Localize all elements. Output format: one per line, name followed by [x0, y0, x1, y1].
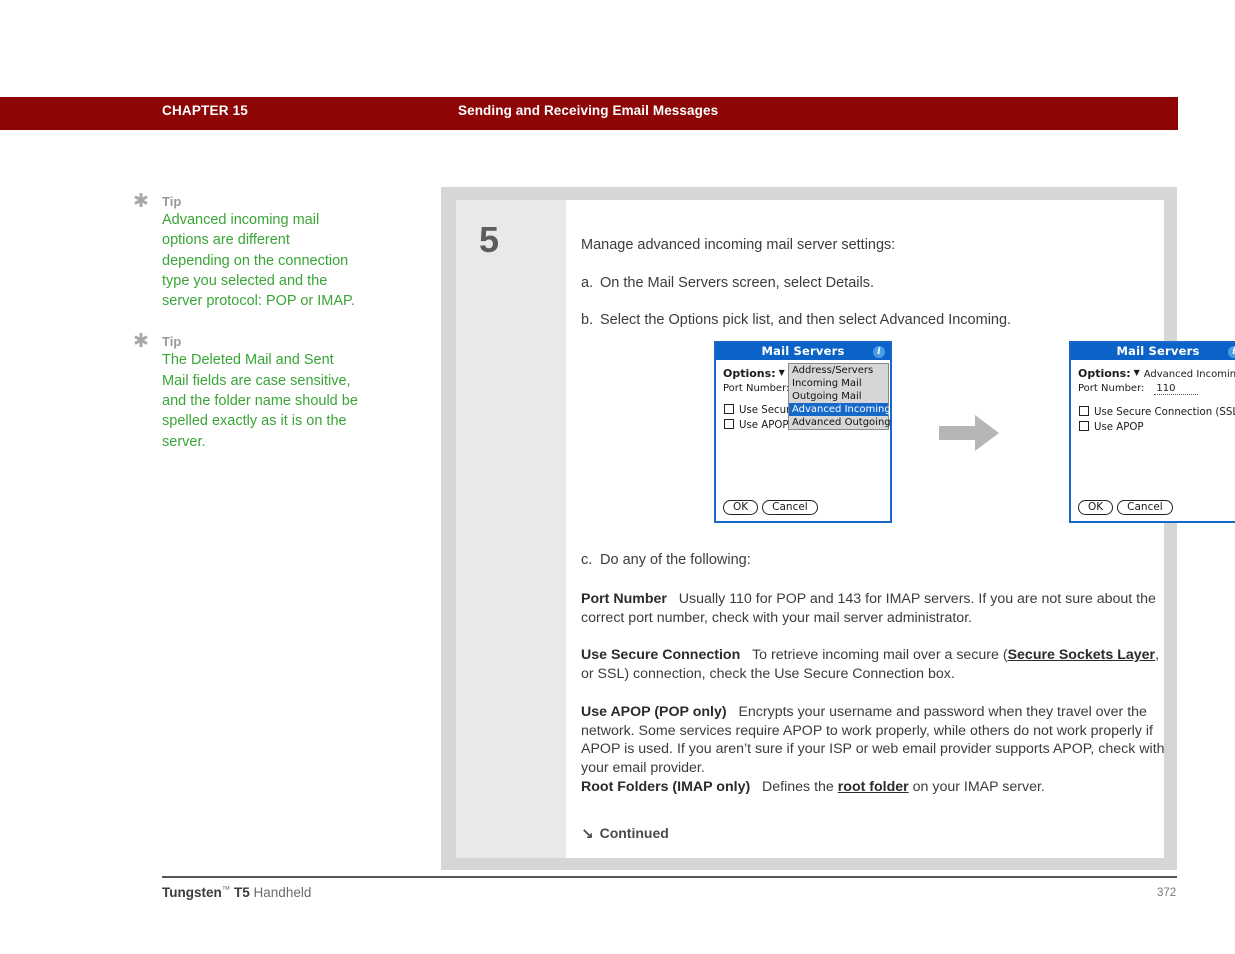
checkbox-label: Use APOP [739, 420, 789, 431]
tip-body: The Deleted Mail and Sent Mail fields ar… [162, 352, 358, 450]
definition-text-after: on your IMAP server. [908, 779, 1045, 795]
asterisk-icon: ✱ [133, 330, 149, 353]
cancel-button[interactable]: Cancel [1117, 500, 1173, 515]
checkbox-box[interactable] [1079, 421, 1089, 431]
chevron-down-icon[interactable]: ▼ [1134, 368, 1140, 377]
substep-text: Do any of the following: [600, 552, 751, 568]
footer-product-line: Tungsten™ T5 Handheld [162, 884, 311, 900]
chapter-title: Sending and Receiving Email Messages [458, 103, 719, 118]
substep-a: a. On the Mail Servers screen, select Det… [581, 275, 874, 291]
port-number-input[interactable]: 110 [1154, 383, 1199, 395]
device-screenshot-before: Mail Servers i Options: ▼ Port Number: Us… [714, 341, 892, 523]
tip-block: ✱ Tip Advanced incoming mail options are… [133, 190, 358, 311]
device-titlebar: Mail Servers i [1071, 343, 1235, 360]
picklist-item-advanced-outgoing[interactable]: Advanced Outgoing [789, 416, 891, 429]
device-button-row: OK Cancel [1078, 500, 1177, 515]
asterisk-icon: ✱ [133, 190, 149, 212]
tip-body: Advanced incoming mail options are diffe… [162, 212, 355, 310]
cancel-button[interactable]: Cancel [762, 500, 818, 515]
step-body: Manage advanced incoming mail server set… [566, 200, 1235, 858]
substep-marker: b. [581, 312, 594, 328]
content-inner: 5 Manage advanced incoming mail server s… [456, 200, 1235, 858]
footer-product: Tungsten [162, 885, 222, 900]
checkbox-box[interactable] [724, 404, 734, 414]
options-picklist-label: Options: ▼ [723, 367, 785, 380]
ok-button[interactable]: OK [1078, 500, 1114, 515]
tip-heading: Tip [162, 194, 182, 209]
checkbox-label: Use Secure Connection (SSL) [1094, 407, 1235, 418]
substep-text: Select the Options pick list, and then s… [600, 312, 1012, 328]
chapter-header-bar: CHAPTER 15 Sending and Receiving Email M… [0, 97, 1178, 130]
link-secure-sockets-layer[interactable]: Secure Sockets Layer [1008, 647, 1155, 663]
checkbox-box[interactable] [724, 419, 734, 429]
options-picklist-label: Options: ▼ Advanced Incoming [1078, 367, 1235, 380]
substep-text: On the Mail Servers screen, select Detai… [600, 275, 874, 291]
continued-label: Continued [599, 825, 669, 841]
checkbox-use-secure-connection[interactable]: Use Secure Connection (SSL) [1079, 406, 1235, 418]
right-arrow-icon [939, 413, 1001, 453]
device-screen-body: Options:▼ Port Number: Use Secure Connec… [716, 360, 891, 521]
tips-column: ✱ Tip Advanced incoming mail options are… [133, 190, 358, 474]
device-button-row: OK Cancel [723, 500, 822, 515]
checkbox-use-apop[interactable]: Use APOP [1079, 421, 1144, 433]
options-label: Options: [723, 367, 776, 380]
definition-text-before: To retrieve incoming mail over a secure … [752, 647, 1008, 663]
info-icon: i [1228, 345, 1235, 358]
substep-marker: c. [581, 552, 593, 568]
device-title: Mail Servers [761, 344, 845, 358]
page-number: 372 [1157, 887, 1177, 899]
footer-divider [162, 876, 1177, 878]
link-root-folder[interactable]: root folder [838, 779, 909, 795]
options-label: Options: [1078, 367, 1131, 380]
port-number-label: Port Number: [723, 383, 790, 394]
step-number-gutter: 5 [456, 200, 566, 858]
port-number-label: Port Number: [1078, 383, 1145, 394]
definition-root-folders: Root Folders (IMAP only) Defines the roo… [581, 778, 1167, 797]
tip-block: ✱ Tip The Deleted Mail and Sent Mail fie… [133, 330, 358, 451]
device-screenshot-after: Mail Servers i Options:▼Advanced Incomin… [1069, 341, 1235, 523]
continued-marker: ↘ Continued [581, 825, 669, 843]
definition-text-before: Defines the [762, 779, 838, 795]
chevron-down-icon[interactable]: ▼ [779, 368, 785, 377]
tip-heading: Tip [162, 334, 182, 350]
substep-b: b. Select the Options pick list, and then… [581, 312, 1011, 328]
definition-term: Use APOP (POP only) [581, 704, 727, 720]
content-panel: 5 Manage advanced incoming mail server s… [441, 187, 1235, 870]
footer-kind: Handheld [253, 885, 312, 900]
footer-model: T5 [234, 885, 250, 900]
info-icon: i [873, 345, 885, 358]
definition-port-number: Port Number Usually 110 for POP and 143 … [581, 590, 1167, 627]
definition-text: Usually 110 for POP and 143 for IMAP ser… [581, 591, 1156, 626]
footer-trademark: ™ [221, 884, 231, 894]
picklist-item-incoming-mail[interactable]: Incoming Mail [789, 377, 888, 390]
picklist-item-address-servers[interactable]: Address/Servers [789, 364, 888, 377]
options-selected-value: Advanced Incoming [1143, 369, 1235, 380]
device-titlebar: Mail Servers i [716, 343, 890, 360]
chapter-label: CHAPTER 15 [162, 103, 249, 118]
definition-term: Root Folders (IMAP only) [581, 779, 751, 795]
port-number-row: Port Number: 110 [1078, 383, 1199, 395]
port-number-row: Port Number: [723, 383, 789, 394]
definition-use-secure-connection: Use Secure Connection To retrieve incomi… [581, 646, 1167, 683]
options-picklist-dropdown[interactable]: Address/Servers Incoming Mail Outgoing M… [788, 363, 891, 430]
ok-button[interactable]: OK [723, 500, 759, 515]
checkbox-use-apop[interactable]: Use APOP [724, 419, 789, 431]
substep-c: c. Do any of the following: [581, 552, 751, 568]
definition-term: Use Secure Connection [581, 647, 741, 663]
device-screen-body: Options: ▼ Advanced Incoming Port Number: 1… [1071, 360, 1235, 521]
checkbox-label: Use APOP [1094, 422, 1144, 433]
step-intro-text: Manage advanced incoming mail server set… [581, 237, 896, 253]
device-title: Mail Servers [1116, 344, 1200, 358]
picklist-item-outgoing-mail[interactable]: Outgoing Mail [789, 390, 888, 403]
substep-marker: a. [581, 275, 594, 291]
continued-arrow-icon: ↘ [581, 825, 594, 843]
picklist-item-advanced-incoming[interactable]: Advanced Incoming [789, 403, 891, 416]
definition-term: Port Number [581, 591, 667, 607]
definition-use-apop: Use APOP (POP only) Encrypts your userna… [581, 703, 1167, 777]
checkbox-box[interactable] [1079, 406, 1089, 416]
step-number: 5 [479, 219, 500, 260]
